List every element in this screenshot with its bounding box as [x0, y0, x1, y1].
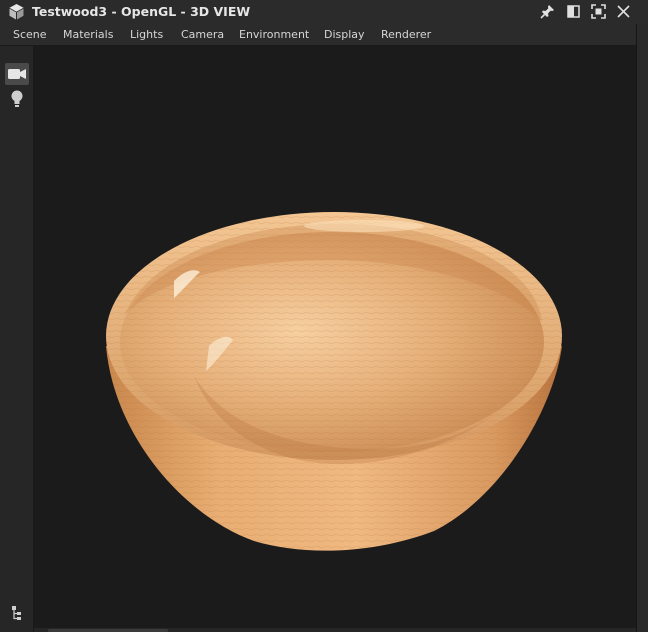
maximize-icon[interactable] — [591, 4, 606, 19]
menu-display[interactable]: Display — [324, 28, 365, 41]
3d-viewport[interactable] — [34, 46, 636, 628]
hierarchy-icon — [12, 606, 21, 620]
menu-bar: Scene Materials Lights Camera Environmen… — [0, 24, 636, 46]
tool-strip — [0, 46, 34, 632]
title-bar: Testwood3 - OpenGL - 3D VIEW — [0, 0, 648, 24]
camera-icon — [8, 69, 26, 79]
menu-camera[interactable]: Camera — [181, 28, 224, 41]
menu-scene[interactable]: Scene — [13, 28, 47, 41]
menu-renderer[interactable]: Renderer — [381, 28, 431, 41]
bottom-scrollbar[interactable] — [34, 628, 636, 632]
hierarchy-tool-button[interactable] — [5, 602, 29, 624]
menu-materials[interactable]: Materials — [63, 28, 113, 41]
side-panel-edge — [636, 24, 648, 632]
pin-icon[interactable] — [540, 4, 555, 19]
camera-tool-button[interactable] — [5, 63, 29, 85]
cube-icon — [9, 4, 24, 20]
light-tool-button[interactable] — [5, 88, 29, 110]
window-title: Testwood3 - OpenGL - 3D VIEW — [32, 4, 251, 19]
light-bulb-icon — [11, 90, 23, 107]
menu-environment[interactable]: Environment — [239, 28, 309, 41]
wooden-bowl-render — [106, 212, 562, 551]
menu-lights[interactable]: Lights — [130, 28, 163, 41]
restore-icon[interactable] — [566, 4, 581, 19]
close-icon[interactable] — [616, 4, 631, 19]
